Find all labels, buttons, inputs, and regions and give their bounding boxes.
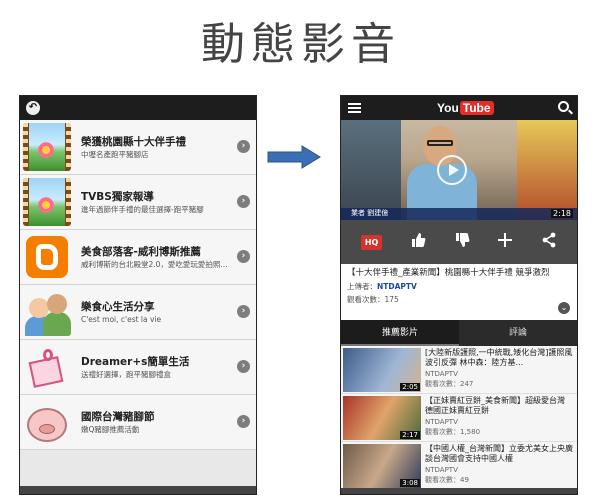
video-title: 【十大伴手禮_產業新聞】桃園縣十大伴手禮 競爭激烈	[347, 268, 550, 278]
related-views: 觀看次數：247	[425, 380, 474, 388]
chevron-right-icon[interactable]: ›	[237, 195, 250, 208]
video-duration: 2:17	[400, 431, 420, 439]
play-icon[interactable]	[437, 155, 467, 185]
video-info: 【十大伴手禮_產業新聞】桃園縣十大伴手禮 競爭激烈 上傳者：NTDAPTV 觀看…	[341, 264, 577, 320]
list-item-subtitle: 威利博斯的台北殿堂2.0，愛吃愛玩愛拍照...	[81, 259, 228, 269]
page-title: 動態影音	[201, 19, 401, 70]
list-item[interactable]: TVBS獨家報導 進年過節伴手禮的最佳選擇-跑平豬腳 ›	[20, 175, 256, 230]
list-item[interactable]: 國際台灣豬腳節 嫩Q豬腳推薦活動 ›	[20, 395, 256, 450]
related-views: 觀看次數：1,580	[425, 428, 481, 436]
list-item-title: 榮獲桃園縣十大伴手禮	[81, 135, 186, 148]
youtube-logo: You Tube	[437, 100, 494, 116]
share-icon[interactable]	[541, 232, 557, 252]
video-thumbnail: 2:17	[343, 396, 421, 440]
action-bar: HQ	[341, 220, 577, 264]
related-video-item[interactable]: 2:17 【正妹賣紅豆餅_美食新聞】超級愛台灣 德國正妹賣紅豆餅 NTDAPTV…	[341, 394, 577, 442]
chevron-right-icon[interactable]: ›	[237, 140, 250, 153]
list-item-title: 樂食心生活分享	[81, 300, 155, 313]
thumbs-down-icon[interactable]	[454, 232, 470, 252]
arrow-right-icon	[267, 145, 321, 169]
video-thumbnail: 3:08	[343, 444, 421, 488]
related-channel: NTDAPTV	[425, 370, 458, 378]
bottom-bar	[341, 488, 577, 494]
chevron-right-icon[interactable]: ›	[237, 305, 250, 318]
chevron-down-icon[interactable]: ⌄	[558, 302, 570, 314]
video-duration: 2:18	[551, 209, 573, 218]
related-title: 【中國人權_台灣新聞】立委尤美女上央廣 談台灣國會支持中國人權	[425, 444, 573, 463]
app-list-screen: ↶ 榮獲桃園縣十大伴手禮 中壢名產跑平豬腳店 › TVBS獨家報導 進年過節伴手…	[19, 95, 257, 495]
video-thumbnail: 2:05	[343, 348, 421, 392]
left-top-bar: ↶	[20, 96, 256, 120]
hq-button[interactable]: HQ	[360, 234, 383, 250]
related-video-item[interactable]: 2:05 [大陸新版護照,一中統戰,矮化台灣]護照風波引反彈 林中森：陸方基..…	[341, 346, 577, 394]
related-title: [大陸新版護照,一中統戰,矮化台灣]護照風波引反彈 林中森：陸方基...	[425, 348, 573, 367]
tab-comments[interactable]: 評論	[459, 320, 577, 346]
add-icon[interactable]	[497, 232, 513, 252]
list-item-subtitle: C'est moi, c'est la vie	[81, 314, 162, 324]
list-item-subtitle: 嫩Q豬腳推薦活動	[81, 424, 140, 434]
back-icon[interactable]: ↶	[26, 101, 40, 115]
related-channel: NTDAPTV	[425, 466, 458, 474]
film-strip-icon	[23, 123, 71, 171]
tab-recommended[interactable]: 推薦影片	[341, 320, 459, 346]
list-item-title: 國際台灣豬腳節	[81, 410, 155, 423]
chevron-right-icon[interactable]: ›	[237, 415, 250, 428]
related-video-item[interactable]: 3:08 【中國人權_台灣新聞】立委尤美女上央廣 談台灣國會支持中國人權 NTD…	[341, 442, 577, 490]
video-duration: 2:05	[400, 383, 420, 391]
list-item[interactable]: 美食部落客-威利博斯推薦 威利博斯的台北殿堂2.0，愛吃愛玩愛拍照... ›	[20, 230, 256, 285]
chevron-right-icon[interactable]: ›	[237, 360, 250, 373]
list-item[interactable]: 樂食心生活分享 C'est moi, c'est la vie ›	[20, 285, 256, 340]
video-player[interactable]: 業者 劉建億 2:18	[341, 120, 577, 220]
related-views: 觀看次數：49	[425, 476, 469, 484]
menu-icon[interactable]	[348, 103, 361, 113]
search-icon[interactable]	[558, 101, 569, 112]
tab-bar: 推薦影片 評論	[341, 320, 577, 346]
gift-icon	[23, 343, 71, 391]
list-item-title: TVBS獨家報導	[81, 190, 154, 203]
list-item-subtitle: 送禮好選擇，跑平豬腳禮盒	[81, 369, 171, 379]
bottom-bar	[20, 486, 256, 494]
blogger-icon	[26, 236, 68, 278]
list-item-title: Dreamer+s簡單生活	[81, 355, 190, 368]
film-strip-icon	[23, 178, 71, 226]
uploader-link[interactable]: NTDAPTV	[377, 282, 417, 291]
related-channel: NTDAPTV	[425, 418, 458, 426]
pig-icon	[23, 398, 71, 446]
youtube-top-bar: You Tube	[341, 96, 577, 120]
youtube-screen: You Tube 業者 劉建億 2:18 HQ 【十大伴手禮_產業新聞】桃園縣十…	[340, 95, 578, 495]
list-item-subtitle: 中壢名產跑平豬腳店	[81, 149, 149, 159]
list-item-title: 美食部落客-威利博斯推薦	[81, 245, 201, 258]
list-item-subtitle: 進年過節伴手禮的最佳選擇-跑平豬腳	[81, 204, 204, 214]
video-caption: 業者 劉建億	[351, 209, 389, 217]
uploader-row: 上傳者：NTDAPTV	[347, 282, 417, 291]
video-duration: 3:08	[400, 479, 420, 487]
list-item[interactable]: 榮獲桃園縣十大伴手禮 中壢名產跑平豬腳店 ›	[20, 120, 256, 175]
list-item[interactable]: Dreamer+s簡單生活 送禮好選擇，跑平豬腳禮盒 ›	[20, 340, 256, 395]
thumbs-up-icon[interactable]	[410, 232, 426, 252]
related-title: 【正妹賣紅豆餅_美食新聞】超級愛台灣 德國正妹賣紅豆餅	[425, 396, 565, 415]
view-count: 觀看次數：175	[347, 295, 399, 304]
chevron-right-icon[interactable]: ›	[237, 250, 250, 263]
people-icon	[23, 288, 71, 336]
